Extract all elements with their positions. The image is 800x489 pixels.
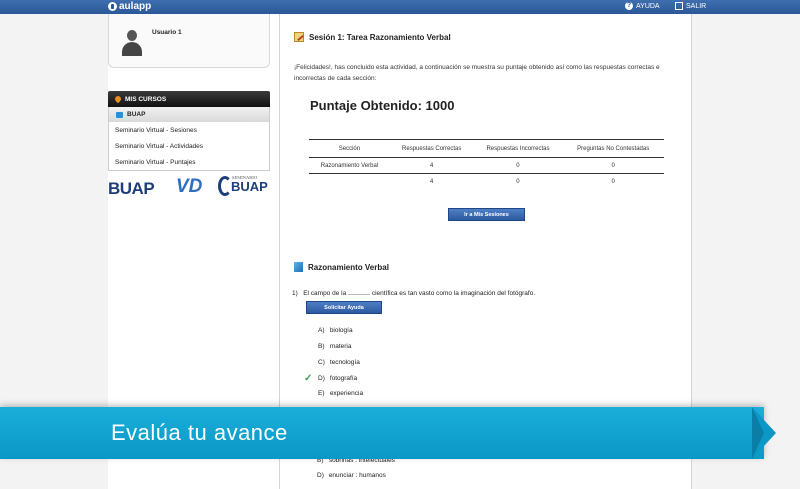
banner-caption: Evalúa tu avance <box>111 420 288 445</box>
table-total-row: 4 0 0 <box>309 173 664 190</box>
option-text: tecnología <box>329 359 360 366</box>
total-label <box>309 173 390 190</box>
intro-text: ¡Felicidades!, has concluido esta activi… <box>294 64 660 82</box>
option-letter: C) <box>318 359 325 366</box>
table-row: Razonamiento Verbal 4 0 0 <box>309 158 664 174</box>
help-link[interactable]: ? AYUDA <box>625 2 660 10</box>
col-seccion: Sección <box>309 139 390 158</box>
link-puntajes[interactable]: Seminario Virtual - Puntajes <box>109 154 269 170</box>
question-1: 1) El campo de la científica es tan vast… <box>292 290 535 297</box>
user-box: Usuario 1 <box>108 14 270 68</box>
results-table: Sección Respuestas Correctas Respuestas … <box>309 139 664 190</box>
col-incorrectas: Respuestas Incorrectas <box>473 139 563 158</box>
col-correctas: Respuestas Correctas <box>389 139 474 158</box>
cube-icon <box>294 262 303 272</box>
option-letter: A) <box>318 327 325 334</box>
seminario-logo: SEMINARIO BUAP <box>218 174 268 202</box>
course-icon <box>116 111 123 118</box>
top-bar: aulapp ? AYUDA SALIR <box>0 0 800 14</box>
avatar-icon <box>120 30 144 56</box>
exit-icon <box>675 2 683 10</box>
total-incorrectas: 0 <box>473 173 563 190</box>
option-e[interactable]: E) experiencia <box>318 390 363 397</box>
flame-icon <box>113 94 123 104</box>
vd-logo: VD <box>176 176 203 197</box>
correct-check-icon: ✓ <box>304 373 313 384</box>
cell-correctas: 4 <box>430 162 434 169</box>
seminario-logo-main: BUAP <box>231 179 268 194</box>
option-text: biología <box>329 327 353 334</box>
option-text: experiencia <box>329 390 364 397</box>
question-text-post: científica es tan vasto como la imaginac… <box>371 290 536 297</box>
app-logo[interactable]: aulapp <box>108 1 151 12</box>
option-c[interactable]: C) tecnología <box>318 359 360 366</box>
buap-logo: BUAP <box>108 179 155 198</box>
app-brand: aulapp <box>119 1 152 12</box>
question-blank <box>348 294 371 295</box>
section-title: Sesión 1: Tarea Razonamiento Verbal <box>294 32 451 42</box>
total-correctas: 4 <box>389 173 474 190</box>
option-text: fotografía <box>329 375 358 382</box>
course-label: BUAP <box>127 111 146 118</box>
col-no-contestadas: Preguntas No Contestadas <box>562 139 664 158</box>
section2-title-text: Razonamiento Verbal <box>308 262 389 272</box>
seminario-logo-icon <box>218 176 232 196</box>
go-to-sessions-button[interactable]: Ir a Mis Sesiones <box>448 208 525 221</box>
my-courses-header: MIS CURSOS <box>108 91 270 107</box>
table-header-row: Sección Respuestas Correctas Respuestas … <box>309 139 664 158</box>
pencil-icon <box>294 32 304 42</box>
option-b[interactable]: B) materia <box>318 343 352 350</box>
option-letter: D) <box>318 375 325 382</box>
option-text: enunciar : humanos <box>328 472 386 479</box>
question-text-pre: El campo de la <box>303 290 347 297</box>
option-letter: B) <box>318 343 325 350</box>
lower-option-d[interactable]: D) enunciar : humanos <box>317 472 386 479</box>
score-heading: Puntaje Obtenido: 1000 <box>310 98 455 113</box>
option-a[interactable]: A) biología <box>318 327 353 334</box>
section2-title: Razonamiento Verbal <box>294 262 389 272</box>
request-help-button[interactable]: Solicitar Ayuda <box>306 301 382 314</box>
question-number: 1) <box>292 290 298 297</box>
cell-incorrectas: 0 <box>516 162 520 169</box>
option-d[interactable]: D) fotografía <box>318 375 357 382</box>
cell-no-contestadas: 0 <box>611 162 615 169</box>
course-item-buap[interactable]: BUAP <box>108 107 270 122</box>
help-label: AYUDA <box>636 2 660 10</box>
total-no-contestadas: 0 <box>562 173 664 190</box>
cell-seccion: Razonamiento Verbal <box>320 162 379 169</box>
link-actividades[interactable]: Seminario Virtual - Actividades <box>109 138 269 154</box>
sidebar: Usuario 1 MIS CURSOS BUAP Seminario Virt… <box>108 14 270 171</box>
option-letter: E) <box>318 390 325 397</box>
option-letter: D) <box>317 472 324 479</box>
partner-logos: BUAP VD SEMINARIO BUAP <box>108 174 270 202</box>
banner-arrow-shade <box>752 407 764 459</box>
aulapp-logo-icon <box>108 2 117 11</box>
link-sesiones[interactable]: Seminario Virtual - Sesiones <box>109 122 269 138</box>
option-text: materia <box>329 343 352 350</box>
section-title-text: Sesión 1: Tarea Razonamiento Verbal <box>309 32 451 42</box>
username: Usuario 1 <box>152 29 182 36</box>
exit-label: SALIR <box>686 2 707 10</box>
my-courses-label: MIS CURSOS <box>125 95 167 103</box>
course-links: Seminario Virtual - Sesiones Seminario V… <box>108 122 270 171</box>
help-icon: ? <box>625 2 633 10</box>
exit-link[interactable]: SALIR <box>675 2 706 10</box>
